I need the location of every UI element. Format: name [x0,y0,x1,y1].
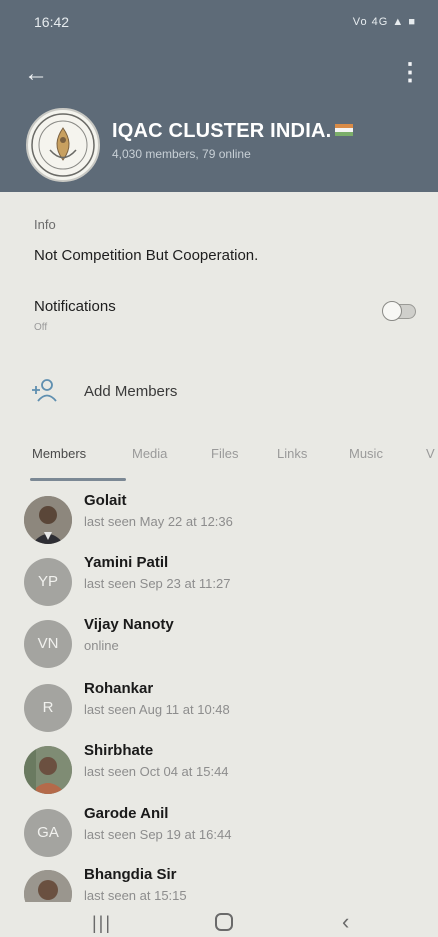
person-photo-icon [24,496,72,544]
member-avatar [24,496,72,544]
tab-links[interactable]: Links [277,446,307,461]
member-status: last seen at 15:15 [84,888,187,902]
tab-music[interactable]: Music [349,446,383,461]
group-logo-icon [31,113,95,177]
member-row[interactable]: GA Garode Anil last seen Sep 19 at 16:44 [0,805,438,867]
tab-voice[interactable]: V [426,446,435,461]
member-name: Bhangdia Sir [84,866,177,883]
member-avatar: R [24,684,72,732]
add-members-button[interactable]: Add Members [84,383,177,400]
home-icon[interactable] [215,913,233,931]
member-name: Golait [84,492,127,509]
member-row[interactable]: Bhangdia Sir last seen at 15:15 [0,866,438,902]
status-time: 16:42 [34,14,70,30]
member-status: last seen May 22 at 12:36 [84,514,233,529]
group-name: IQAC CLUSTER INDIA. [112,120,332,142]
tab-files[interactable]: Files [211,446,238,461]
group-title: IQAC CLUSTER INDIA. [112,120,354,143]
india-flag-icon [335,124,354,136]
add-person-icon[interactable] [30,377,60,403]
member-row[interactable]: YP Yamini Patil last seen Sep 23 at 11:2… [0,554,438,616]
group-description: Not Competition But Cooperation. [34,247,259,264]
back-icon[interactable]: ‹ [342,909,349,935]
member-status: last seen Aug 11 at 10:48 [84,702,230,717]
tab-members[interactable]: Members [32,446,86,461]
status-icons: Vo 4G ▲ ■ [352,16,416,28]
member-name: Garode Anil [84,805,169,822]
member-row[interactable]: Golait last seen May 22 at 12:36 [0,492,438,554]
member-row[interactable]: Shirbhate last seen Oct 04 at 15:44 [0,742,438,804]
member-status: online [84,638,119,653]
notifications-label[interactable]: Notifications [34,298,116,315]
member-avatar [24,870,72,902]
member-avatar: VN [24,620,72,668]
member-count: 4,030 members, 79 online [112,147,251,161]
person-photo-icon [24,870,72,902]
member-avatar: YP [24,558,72,606]
person-photo-icon [24,746,72,794]
group-avatar[interactable] [26,108,100,182]
member-name: Vijay Nanoty [84,616,174,633]
active-tab-indicator [30,478,126,481]
group-header: 16:42 Vo 4G ▲ ■ ← ⋮ IQAC CLUSTER INDIA. … [0,0,438,192]
more-vertical-icon[interactable]: ⋮ [398,58,422,87]
info-label: Info [34,217,56,232]
member-status: last seen Sep 19 at 16:44 [84,827,232,842]
system-nav-bar: ||| ‹ [0,905,438,937]
member-avatar [24,746,72,794]
member-row[interactable]: R Rohankar last seen Aug 11 at 10:48 [0,680,438,742]
toggle-knob [382,301,402,321]
member-name: Rohankar [84,680,154,697]
member-name: Shirbhate [84,742,154,759]
tab-media[interactable]: Media [132,446,167,461]
member-status: last seen Oct 04 at 15:44 [84,764,229,779]
member-name: Yamini Patil [84,554,169,571]
member-status: last seen Sep 23 at 11:27 [84,576,231,591]
notifications-toggle[interactable] [382,301,416,321]
member-avatar: GA [24,809,72,857]
arrow-left-icon[interactable]: ← [24,60,48,88]
member-row[interactable]: VN Vijay Nanoty online [0,616,438,678]
notifications-state: Off [34,322,48,333]
recent-apps-icon[interactable]: ||| [92,913,112,934]
